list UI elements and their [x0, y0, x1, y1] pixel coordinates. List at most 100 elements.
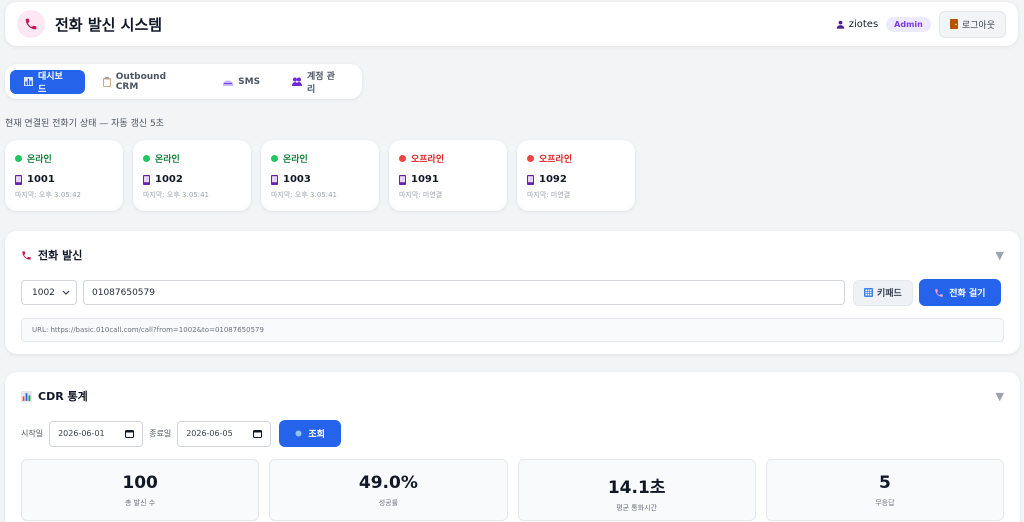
offline-status: 오프라인 — [399, 152, 497, 165]
phone-icon — [935, 288, 943, 297]
online-dot-icon — [143, 155, 150, 162]
logout-button[interactable]: 로그아웃 — [938, 10, 1006, 38]
phone-card-1003: 온라인 1003 마지막: 오후 3:05:41 — [261, 140, 379, 211]
chart-icon — [21, 390, 32, 402]
stat-label: 평균 통화시간 — [616, 504, 658, 512]
tab-label: Outbound CRM — [115, 71, 167, 92]
chart-icon — [24, 77, 33, 86]
online-status: 온라인 — [271, 152, 369, 165]
phone-number-input[interactable]: 01087650579 — [83, 280, 845, 305]
phone-device-icon — [399, 174, 406, 185]
tab-accounts[interactable]: 계정 관리 — [278, 70, 357, 95]
extension-select[interactable]: 1002 — [21, 280, 77, 305]
calendar-icon[interactable] — [253, 429, 263, 438]
online-dot-icon — [271, 155, 278, 162]
status-text: 오프라인 — [411, 155, 445, 165]
collapse-triangle-icon[interactable]: ▼ — [996, 249, 1004, 262]
phone-extension: 1091 — [399, 174, 497, 185]
status-text: 오프라인 — [539, 155, 573, 165]
last-seen: 마지막: 오후 3:05:41 — [271, 191, 337, 199]
dial-section-header[interactable]: 전화 발신 ▼ — [21, 231, 1004, 279]
stat-label: 총 발신 수 — [125, 499, 156, 507]
stat-success-rate: 49.0% 성공률 — [269, 459, 508, 521]
user-info: ziotes — [836, 19, 878, 30]
call-button[interactable]: 전화 걸기 — [918, 279, 1001, 306]
stat-value: 100 — [122, 473, 158, 493]
offline-status: 오프라인 — [527, 152, 625, 165]
phone-icon — [22, 250, 31, 260]
extension-number: 1003 — [283, 174, 311, 185]
phone-status-list: 온라인 1001 마지막: 오후 3:05:42 온라인 1002 마지막: 오… — [5, 140, 635, 211]
call-label: 전화 걸기 — [949, 289, 986, 299]
phone-extension: 1092 — [527, 174, 625, 185]
extension-number: 1092 — [539, 174, 567, 185]
query-label: 조회 — [308, 430, 325, 440]
tab-outbound-crm[interactable]: Outbound CRM — [89, 70, 205, 94]
last-seen: 마지막: 오후 3:05:41 — [143, 191, 209, 199]
collapse-triangle-icon[interactable]: ▼ — [996, 390, 1004, 403]
stat-value: 5 — [878, 473, 891, 493]
user-icon — [836, 20, 844, 29]
keypad-icon — [864, 288, 873, 297]
status-text: 온라인 — [27, 155, 52, 165]
phone-extension: 1001 — [15, 174, 113, 185]
search-icon — [295, 430, 302, 437]
stat-label: 성공률 — [378, 499, 399, 507]
calendar-icon[interactable] — [125, 429, 135, 438]
keypad-button[interactable]: 키패드 — [853, 279, 913, 306]
dial-section: 전화 발신 ▼ 1002 01087650579 키패드 전화 걸기 URL: … — [5, 231, 1020, 354]
chevron-down-icon — [62, 290, 70, 295]
stat-avg-duration: 14.1초 평균 통화시간 — [517, 459, 756, 521]
start-date-value: 2026-06-01 — [58, 429, 105, 438]
role-badge: Admin — [886, 16, 931, 32]
tab-label: SMS — [238, 76, 261, 87]
offline-dot-icon — [527, 155, 534, 162]
phone-card-1001: 온라인 1001 마지막: 오후 3:05:42 — [5, 140, 123, 211]
users-icon — [292, 77, 302, 86]
phone-extension: 1003 — [271, 174, 369, 185]
last-seen: 마지막: 오후 3:05:42 — [15, 191, 81, 199]
start-date-label: 시작일 — [21, 429, 44, 438]
stat-value: 14.1초 — [607, 478, 666, 498]
start-date-input[interactable]: 2026-06-01 — [49, 420, 144, 447]
phone-card-1002: 온라인 1002 마지막: 오후 3:05:41 — [133, 140, 251, 211]
phone-extension: 1002 — [143, 174, 241, 185]
offline-dot-icon — [399, 155, 406, 162]
selected-extension: 1002 — [32, 287, 55, 298]
cdr-section: CDR 통계 ▼ 시작일 2026-06-01 종료일 2026-06-05 조… — [5, 372, 1020, 522]
query-button[interactable]: 조회 — [279, 420, 342, 447]
user-name: ziotes — [848, 18, 879, 30]
cdr-section-title: CDR 통계 — [38, 390, 88, 403]
phone-card-1092: 오프라인 1092 마지막: 미연결 — [517, 140, 635, 211]
keypad-label: 키패드 — [877, 289, 902, 299]
online-status: 온라인 — [15, 152, 113, 165]
stat-label: 무응답 — [875, 499, 895, 507]
stat-value: 49.0% — [358, 473, 418, 493]
tab-label: 계정 관리 — [306, 71, 335, 95]
stat-no-answer: 5 무응답 — [765, 459, 1004, 521]
end-date-label: 종료일 — [149, 429, 172, 438]
phone-logo-icon — [17, 10, 45, 38]
call-url-preview: URL: https://basic.010call.com/call?from… — [21, 318, 1004, 342]
app-title: 전화 발신 시스템 — [55, 15, 163, 34]
last-seen: 마지막: 미연결 — [399, 191, 443, 199]
tab-dashboard[interactable]: 대시보드 — [10, 69, 85, 95]
extension-number: 1091 — [411, 174, 439, 185]
sms-icon — [223, 80, 234, 86]
tab-sms[interactable]: SMS — [209, 70, 274, 94]
stat-total-calls: 100 총 발신 수 — [21, 459, 260, 521]
cdr-section-header[interactable]: CDR 통계 ▼ — [21, 372, 1004, 420]
cdr-stats: 100 총 발신 수 49.0% 성공률 14.1초 평균 통화시간 5 무응답 — [21, 459, 1004, 521]
tab-label: 대시보드 — [37, 71, 63, 95]
clipboard-icon — [102, 76, 111, 87]
phone-card-1091: 오프라인 1091 마지막: 미연결 — [389, 140, 507, 211]
online-dot-icon — [15, 155, 22, 162]
main-tabs: 대시보드 Outbound CRM SMS 계정 관리 — [5, 64, 362, 99]
end-date-input[interactable]: 2026-06-05 — [177, 420, 272, 447]
online-status: 온라인 — [143, 152, 241, 165]
extension-number: 1001 — [27, 174, 55, 185]
status-text: 온라인 — [155, 155, 180, 165]
app-header: 전화 발신 시스템 ziotes Admin 로그아웃 — [5, 2, 1018, 46]
phone-device-icon — [143, 174, 150, 185]
dial-section-title: 전화 발신 — [38, 249, 83, 262]
